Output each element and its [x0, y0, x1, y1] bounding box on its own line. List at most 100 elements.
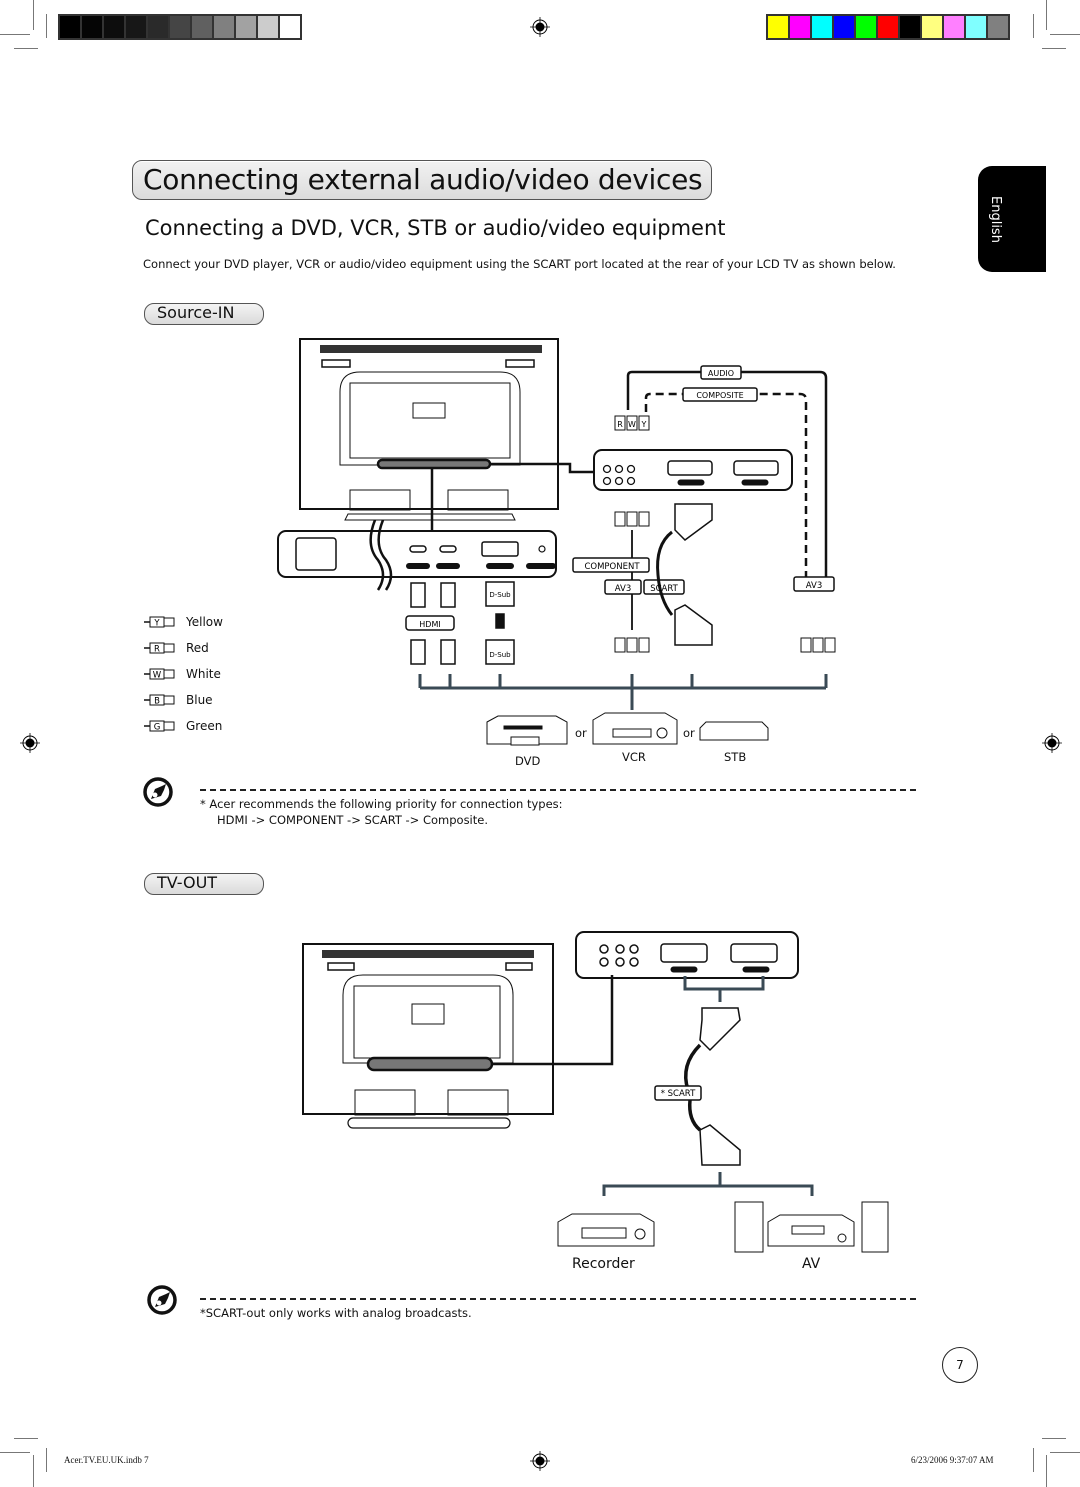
calibration-swatch: [60, 16, 80, 38]
calibration-swatch: [126, 16, 146, 38]
calibration-swatch: [988, 16, 1008, 38]
calibration-swatch: [900, 16, 920, 38]
component-scart-cables: [572, 503, 836, 653]
crop-mark: [0, 1452, 30, 1453]
svg-text:Y: Y: [153, 619, 160, 629]
note-icon: [147, 1285, 177, 1315]
registration-mark-icon: [530, 17, 550, 37]
recorder-icon: [557, 1213, 655, 1247]
source-in-label: Source-IN: [157, 303, 235, 322]
calibration-swatch: [834, 16, 854, 38]
registration-mark-icon: [530, 1451, 550, 1471]
calibration-swatch: [768, 16, 788, 38]
svg-text:B: B: [154, 697, 160, 707]
crop-mark: [1050, 1452, 1080, 1453]
av3-right-label: AV3: [806, 581, 823, 591]
note-priority-line2: HDMI -> COMPONENT -> SCART -> Composite.: [217, 813, 488, 827]
calibration-swatch: [82, 16, 102, 38]
svg-text:R: R: [617, 420, 623, 429]
vcr-icon: [592, 712, 678, 745]
note-divider: [200, 1298, 916, 1300]
crop-mark: [0, 34, 30, 35]
tv-out-label: TV-OUT: [157, 873, 218, 892]
or-separator: or: [683, 726, 695, 740]
crop-mark: [33, 1455, 34, 1487]
stb-label: STB: [724, 750, 747, 764]
calibration-swatch: [170, 16, 190, 38]
crop-mark: [46, 14, 47, 38]
note-divider: [200, 789, 916, 791]
calibration-swatch: [922, 16, 942, 38]
legend-label: White: [186, 667, 221, 681]
source-in-diagram: HDMI D-Sub D-Sub AUDIO COMPOSITE R W Y C…: [277, 338, 836, 746]
vcr-label: VCR: [622, 750, 646, 764]
crop-mark: [33, 0, 34, 30]
language-tab-label: English: [988, 196, 1003, 243]
or-separator: or: [575, 726, 587, 740]
legend-item: G Green: [144, 719, 222, 733]
tv-rear-illustration: [302, 943, 614, 1129]
calibration-swatch: [280, 16, 300, 38]
rca-plug-icon: Y: [144, 616, 175, 629]
svg-text:G: G: [154, 723, 161, 733]
crop-mark: [14, 48, 38, 49]
tv-side-panel: [277, 519, 557, 591]
calibration-swatch: [856, 16, 876, 38]
registration-mark-icon: [20, 733, 40, 753]
composite-label: COMPOSITE: [696, 391, 743, 400]
av-receiver-icon: [734, 1201, 889, 1253]
dsub-top-label: D-Sub: [489, 591, 511, 599]
tv-out-diagram: * SCART: [302, 931, 799, 1166]
legend-item: B Blue: [144, 693, 213, 707]
crop-mark: [46, 1448, 47, 1472]
intro-paragraph: Connect your DVD player, VCR or audio/vi…: [143, 257, 896, 271]
color-calibration-bar: [766, 14, 1010, 40]
dvd-player-icon: [486, 715, 568, 746]
component-label: COMPONENT: [584, 562, 640, 572]
calibration-swatch: [812, 16, 832, 38]
legend-item: W White: [144, 667, 221, 681]
note-priority-line1: * Acer recommends the following priority…: [200, 797, 563, 811]
dsub-bottom-label: D-Sub: [489, 651, 511, 659]
crop-mark: [1050, 34, 1080, 35]
recorder-label: Recorder: [572, 1256, 635, 1272]
stb-icon: [699, 721, 769, 741]
crop-mark: [1042, 1438, 1066, 1439]
crop-mark: [1033, 14, 1034, 38]
calibration-swatch: [944, 16, 964, 38]
legend-item: R Red: [144, 641, 209, 655]
calibration-swatch: [148, 16, 168, 38]
page-title: Connecting external audio/video devices: [143, 163, 703, 196]
calibration-swatch: [966, 16, 986, 38]
svg-text:R: R: [154, 645, 160, 655]
rca-plug-icon: G: [144, 720, 175, 733]
scart-cable: [654, 976, 765, 1166]
footer-file: Acer.TV.EU.UK.indb 7: [64, 1455, 149, 1465]
note-icon: [143, 777, 173, 807]
crop-mark: [1046, 0, 1047, 30]
footer-timestamp: 6/23/2006 9:37:07 AM: [911, 1455, 994, 1465]
svg-text:W: W: [153, 671, 162, 681]
scart-out-label: * SCART: [661, 1089, 696, 1099]
calibration-swatch: [790, 16, 810, 38]
legend-label: Yellow: [186, 615, 223, 629]
calibration-swatch: [192, 16, 212, 38]
av-side-panel: [575, 931, 799, 979]
grayscale-calibration-bar: [58, 14, 302, 40]
crop-mark: [1033, 1448, 1034, 1472]
registration-mark-icon: [1042, 733, 1062, 753]
av3-left-label: AV3: [615, 584, 632, 594]
crop-mark: [1046, 1455, 1047, 1487]
section-subtitle: Connecting a DVD, VCR, STB or audio/vide…: [145, 216, 726, 240]
rca-plug-icon: B: [144, 694, 175, 707]
legend-label: Blue: [186, 693, 213, 707]
legend-label: Red: [186, 641, 209, 655]
hdmi-cable-label: HDMI: [419, 620, 440, 629]
calibration-swatch: [878, 16, 898, 38]
legend-label: Green: [186, 719, 223, 733]
crop-mark: [14, 1438, 38, 1439]
calibration-swatch: [104, 16, 124, 38]
calibration-swatch: [258, 16, 278, 38]
tv-rear-illustration: [299, 338, 594, 530]
calibration-swatch: [236, 16, 256, 38]
